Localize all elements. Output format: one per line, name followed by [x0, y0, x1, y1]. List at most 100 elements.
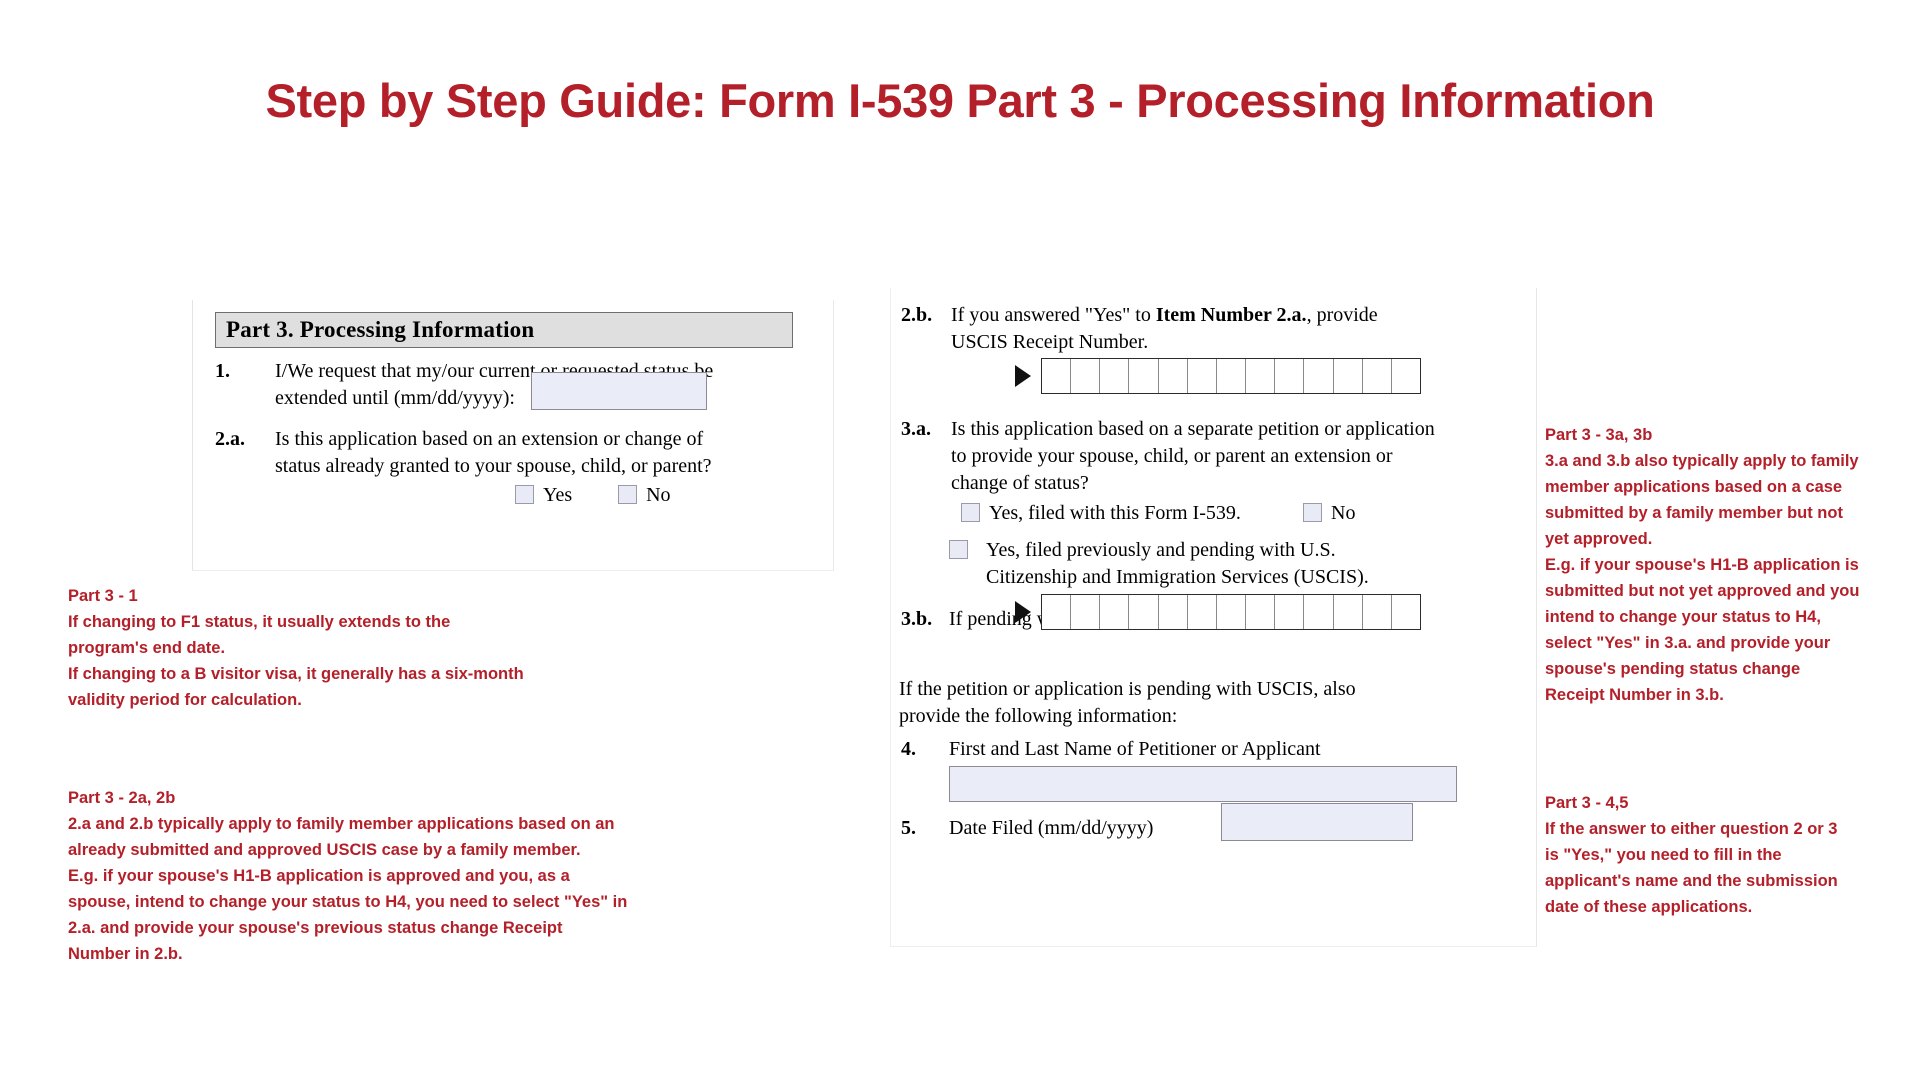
receipt-cell[interactable]	[1217, 595, 1247, 629]
receipt-cell[interactable]	[1129, 595, 1159, 629]
checkbox-no-3a[interactable]	[1303, 503, 1322, 522]
item-2b-text-part2: , provide	[1306, 304, 1378, 326]
item-2a-line1: Is this application based on an extensio…	[275, 428, 704, 450]
annotation-part3-3a3b-line-8: spouse's pending status change	[1545, 660, 1801, 678]
checkbox-yes-pending-3a-label-line2: Citizenship and Immigration Services (US…	[986, 566, 1369, 588]
receipt-cell[interactable]	[1129, 359, 1159, 393]
item-1-line2: extended until (mm/dd/yyyy):	[275, 387, 515, 409]
date-filed-field[interactable]	[1221, 803, 1413, 841]
receipt-cell[interactable]	[1304, 595, 1334, 629]
receipt-cell[interactable]	[1246, 359, 1276, 393]
checkbox-no-3a-label: No	[1331, 502, 1356, 524]
annotation-part3-45-line-0: If the answer to either question 2 or 3	[1545, 820, 1838, 838]
annotation-part3-1-line-2: If changing to a B visitor visa, it gene…	[68, 665, 524, 683]
annotation-part3-2a2b-line-5: Number in 2.b.	[68, 945, 183, 963]
item-2b-line1: If you answered "Yes" to Item Number 2.a…	[951, 302, 1531, 329]
receipt-cell[interactable]	[1071, 595, 1101, 629]
annotation-part3-45-title: Part 3 - 4,5	[1545, 794, 1629, 812]
uscis-receipt-number-2b[interactable]	[1041, 358, 1421, 394]
annotation-part3-45: Part 3 - 4,5 If the answer to either que…	[1545, 790, 1915, 920]
item-3a-option-no-row: No	[1303, 500, 1355, 527]
item-2a-options: Yes No	[515, 482, 671, 509]
annotation-part3-3a3b-line-0: 3.a and 3.b also typically apply to fami…	[1545, 452, 1859, 470]
annotation-part3-2a2b-line-0: 2.a and 2.b typically apply to family me…	[68, 815, 615, 833]
checkbox-yes-pending-3a-label-line1: Yes, filed previously and pending with U…	[986, 539, 1336, 561]
annotation-part3-2a2b-line-1: already submitted and approved USCIS cas…	[68, 841, 581, 859]
annotation-part3-2a2b-line-2: E.g. if your spouse's H1-B application i…	[68, 867, 570, 885]
annotation-part3-2a2b: Part 3 - 2a, 2b 2.a and 2.b typically ap…	[68, 785, 728, 967]
annotation-part3-3a3b: Part 3 - 3a, 3b 3.a and 3.b also typical…	[1545, 422, 1915, 708]
item-2b-line2: USCIS Receipt Number.	[951, 331, 1149, 353]
receipt-cell[interactable]	[1217, 359, 1247, 393]
annotation-part3-45-line-1: is "Yes," you need to fill in the	[1545, 846, 1782, 864]
item-3a-line3: change of status?	[951, 472, 1089, 494]
extended-until-date-field[interactable]	[531, 372, 707, 410]
receipt-cell[interactable]	[1246, 595, 1276, 629]
receipt-cell[interactable]	[1363, 359, 1392, 393]
annotation-part3-3a3b-line-4: E.g. if your spouse's H1-B application i…	[1545, 556, 1859, 574]
checkbox-yes-pending-3a[interactable]	[949, 540, 968, 559]
receipt-cell[interactable]	[1042, 359, 1072, 393]
pending-note-line1: If the petition or application is pendin…	[899, 678, 1356, 700]
receipt-cell[interactable]	[1392, 359, 1420, 393]
item-2b-number: 2.b.	[901, 304, 933, 326]
receipt-cell[interactable]	[1334, 595, 1363, 629]
item-2b-text-part1: If you answered "Yes" to	[951, 304, 1156, 326]
item-3a-option-yes-filed-row: Yes, filed with this Form I-539.	[961, 500, 1241, 527]
annotation-part3-45-line-3: date of these applications.	[1545, 898, 1753, 916]
item-4-label: First and Last Name of Petitioner or App…	[949, 738, 1321, 760]
receipt-cell[interactable]	[1275, 595, 1305, 629]
arrow-right-icon-2b	[1015, 365, 1031, 387]
annotation-part3-3a3b-line-2: submitted by a family member but not	[1545, 504, 1843, 522]
receipt-cell[interactable]	[1304, 359, 1334, 393]
receipt-cell[interactable]	[1392, 595, 1420, 629]
receipt-cell[interactable]	[1159, 595, 1188, 629]
form-snippet-center: 2.b. If you answered "Yes" to Item Numbe…	[890, 288, 1537, 947]
annotation-part3-2a2b-title: Part 3 - 2a, 2b	[68, 789, 176, 807]
item-2b-text-bold: Item Number 2.a.	[1155, 304, 1307, 326]
item-3a-line2: to provide your spouse, child, or parent…	[951, 445, 1393, 467]
arrow-right-icon-3b	[1015, 601, 1031, 623]
annotation-part3-1: Part 3 - 1 If changing to F1 status, it …	[68, 583, 688, 713]
annotation-part3-3a3b-line-5: submitted but not yet approved and you	[1545, 582, 1860, 600]
receipt-cell[interactable]	[1363, 595, 1392, 629]
checkbox-no-2a[interactable]	[618, 485, 638, 504]
item-2a-number: 2.a.	[215, 428, 245, 450]
petitioner-name-field[interactable]	[949, 766, 1457, 802]
receipt-cell[interactable]	[1334, 359, 1363, 393]
item-3a-option-pending-row	[949, 537, 968, 564]
annotation-part3-2a2b-line-3: spouse, intend to change your status to …	[68, 893, 628, 911]
annotation-part3-2a2b-line-4: 2.a. and provide your spouse's previous …	[68, 919, 563, 937]
receipt-cell[interactable]	[1100, 595, 1130, 629]
annotation-part3-1-line-0: If changing to F1 status, it usually ext…	[68, 613, 451, 631]
checkbox-yes-2a[interactable]	[515, 485, 534, 504]
checkbox-yes-filed-3a-label: Yes, filed with this Form I-539.	[989, 502, 1241, 524]
receipt-cell[interactable]	[1188, 595, 1217, 629]
annotation-part3-3a3b-line-1: member applications based on a case	[1545, 478, 1843, 496]
form-snippet-left: Part 3. Processing Information 1. I/We r…	[192, 300, 834, 571]
receipt-cell[interactable]	[1071, 359, 1101, 393]
checkbox-no-2a-label: No	[646, 484, 671, 506]
annotation-part3-1-title: Part 3 - 1	[68, 587, 138, 605]
item-2a-line2: status already granted to your spouse, c…	[275, 455, 712, 477]
annotation-part3-3a3b-line-3: yet approved.	[1545, 530, 1653, 548]
page-title: Step by Step Guide: Form I-539 Part 3 - …	[265, 74, 1655, 127]
annotation-part3-1-line-3: validity period for calculation.	[68, 691, 302, 709]
receipt-cell[interactable]	[1100, 359, 1130, 393]
item-5-number: 5.	[901, 817, 916, 839]
receipt-cell[interactable]	[1188, 359, 1217, 393]
receipt-cell[interactable]	[1275, 359, 1305, 393]
receipt-cell[interactable]	[1159, 359, 1188, 393]
part-3-header: Part 3. Processing Information	[215, 312, 793, 348]
checkbox-yes-filed-3a[interactable]	[961, 503, 980, 522]
item-3a-line1: Is this application based on a separate …	[951, 418, 1435, 440]
pending-note-line2: provide the following information:	[899, 705, 1178, 727]
annotation-part3-3a3b-line-9: Receipt Number in 3.b.	[1545, 686, 1724, 704]
uscis-receipt-number-3b[interactable]	[1041, 594, 1421, 630]
annotation-part3-3a3b-title: Part 3 - 3a, 3b	[1545, 426, 1653, 444]
item-3a-number: 3.a.	[901, 418, 931, 440]
receipt-cell[interactable]	[1042, 595, 1072, 629]
item-4-number: 4.	[901, 738, 916, 760]
annotation-part3-3a3b-line-7: select "Yes" in 3.a. and provide your	[1545, 634, 1831, 652]
annotation-part3-3a3b-line-6: intend to change your status to H4,	[1545, 608, 1821, 626]
